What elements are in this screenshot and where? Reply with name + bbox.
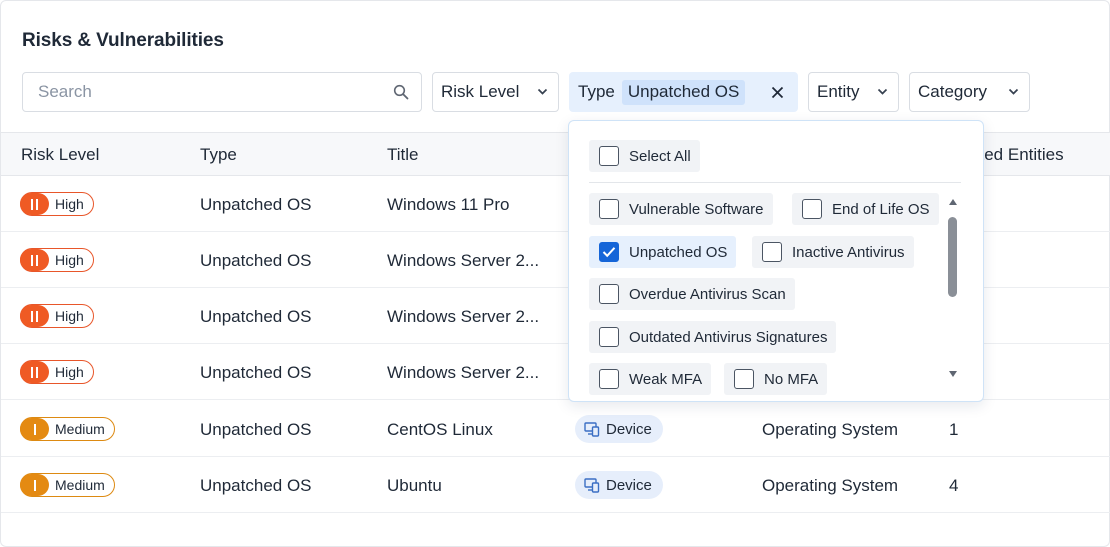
entity-tag-label: Device [606,476,652,494]
checkbox[interactable] [599,327,619,347]
risk-badge: High [20,360,94,384]
scroll-up-arrow-icon[interactable] [949,199,957,205]
entity-filter-label: Entity [817,82,860,101]
risk-badge: Medium [20,417,115,441]
option-label: Select All [629,147,691,165]
column-title[interactable]: Title [387,145,419,165]
column-affected-entities[interactable]: cted Entities [971,145,1064,165]
option-vulnerable-software[interactable]: Vulnerable Software [589,193,773,225]
category-cell: Operating System [762,420,899,439]
risk-badge-label: High [55,252,84,268]
title-cell: CentOS Linux [387,420,493,439]
table-row[interactable]: Medium Unpatched OS Ubuntu Device Operat… [1,457,1110,513]
checkbox[interactable] [762,242,782,262]
risk-badge-label: High [55,308,84,324]
search-box [22,72,422,112]
entity-tag: Device [575,471,663,499]
option-inactive-antivirus[interactable]: Inactive Antivirus [752,236,914,268]
option-label: Weak MFA [629,370,703,388]
option-no-mfa[interactable]: No MFA [724,363,828,395]
type-filter-label: Type [578,82,615,101]
column-type[interactable]: Type [200,145,237,165]
table-row[interactable]: Medium Unpatched OS CentOS Linux Device … [1,401,1110,457]
divider [589,182,961,183]
type-cell: Unpatched OS [200,195,312,214]
risk-badge-label: High [55,364,84,380]
type-cell: Unpatched OS [200,251,312,270]
chevron-down-icon [1008,88,1019,95]
title-cell: Windows Server 2... [387,307,540,326]
option-outdated-antivirus-signatures[interactable]: Outdated Antivirus Signatures [589,321,837,353]
select-all-option[interactable]: Select All [589,140,700,172]
risk-badge-label: Medium [55,477,105,493]
option-label: Unpatched OS [629,243,728,261]
category-cell: Operating System [762,476,899,495]
checkbox[interactable] [599,242,619,262]
option-label: Vulnerable Software [629,200,764,218]
option-label: Overdue Antivirus Scan [629,285,786,303]
device-icon [584,421,600,437]
risk-badge: High [20,248,94,272]
title-cell: Windows Server 2... [387,363,540,382]
title-cell: Windows Server 2... [387,251,540,270]
scrollbar-thumb[interactable] [948,217,957,297]
checkbox[interactable] [599,146,619,166]
check-icon [602,247,616,258]
option-label: Outdated Antivirus Signatures [629,328,828,346]
category-filter[interactable]: Category [909,72,1030,112]
type-filter-chip: Unpatched OS [621,79,746,105]
risk-badge-label: Medium [55,421,105,437]
category-filter-label: Category [918,82,987,101]
page-title: Risks & Vulnerabilities [22,30,224,51]
type-cell: Unpatched OS [200,476,312,495]
close-icon[interactable] [771,86,784,99]
risk-badge: Medium [20,473,115,497]
risk-badge: High [20,304,94,328]
checkbox[interactable] [599,284,619,304]
option-unpatched-os[interactable]: Unpatched OS [589,236,737,268]
option-label: Inactive Antivirus [792,243,905,261]
search-icon[interactable] [393,84,409,100]
risk-level-filter-label: Risk Level [441,82,520,101]
checkbox[interactable] [734,369,754,389]
chevron-down-icon [877,88,888,95]
checkbox[interactable] [599,199,619,219]
option-weak-mfa[interactable]: Weak MFA [589,363,712,395]
risk-level-filter[interactable]: Risk Level [432,72,559,112]
dropdown-scrollbar[interactable] [946,199,960,377]
risk-badge: High [20,192,94,216]
risks-panel: Risks & Vulnerabilities Risk Level Type … [0,0,1110,547]
checkbox[interactable] [802,199,822,219]
chevron-down-icon [537,88,548,95]
entity-tag: Device [575,415,663,443]
search-input[interactable] [23,73,383,111]
affected-entities-cell: 1 [949,420,959,439]
type-cell: Unpatched OS [200,363,312,382]
option-overdue-antivirus-scan[interactable]: Overdue Antivirus Scan [589,278,795,310]
type-filter[interactable]: Type Unpatched OS [569,72,798,112]
risk-badge-label: High [55,196,84,212]
option-end-of-life-os[interactable]: End of Life OS [792,193,939,225]
option-label: No MFA [764,370,819,388]
type-filter-dropdown: Select All Vulnerable Software End of Li… [568,120,984,402]
type-cell: Unpatched OS [200,420,312,439]
type-cell: Unpatched OS [200,307,312,326]
scroll-down-arrow-icon[interactable] [949,371,957,377]
title-cell: Ubuntu [387,476,442,495]
title-cell: Windows 11 Pro [387,195,510,214]
column-risk-level[interactable]: Risk Level [21,145,99,165]
affected-entities-cell: 4 [949,476,959,495]
entity-tag-label: Device [606,420,652,438]
option-label: End of Life OS [832,200,930,218]
device-icon [584,477,600,493]
entity-filter[interactable]: Entity [808,72,899,112]
checkbox[interactable] [599,369,619,389]
